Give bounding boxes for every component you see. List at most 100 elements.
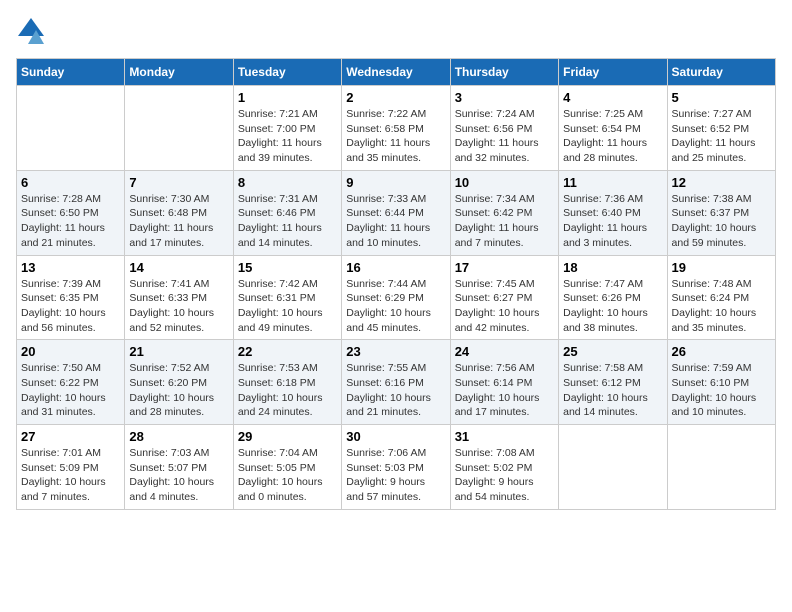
weekday-header-saturday: Saturday bbox=[667, 59, 775, 86]
calendar-cell: 18 Sunrise: 7:47 AM Sunset: 6:26 PM Dayli… bbox=[559, 255, 667, 340]
day-info: Sunrise: 7:27 AM Sunset: 6:52 PM Dayligh… bbox=[672, 107, 771, 166]
weekday-header-sunday: Sunday bbox=[17, 59, 125, 86]
weekday-header-thursday: Thursday bbox=[450, 59, 558, 86]
day-info: Sunrise: 7:48 AM Sunset: 6:24 PM Dayligh… bbox=[672, 277, 771, 336]
calendar-cell: 5 Sunrise: 7:27 AM Sunset: 6:52 PM Daylig… bbox=[667, 86, 775, 171]
calendar-cell: 15 Sunrise: 7:42 AM Sunset: 6:31 PM Dayli… bbox=[233, 255, 341, 340]
calendar-cell: 6Sunrise: 7:28 AM Sunset: 6:50 PM Daylig… bbox=[17, 170, 125, 255]
calendar-cell: 7 Sunrise: 7:30 AM Sunset: 6:48 PM Daylig… bbox=[125, 170, 233, 255]
day-info: Sunrise: 7:31 AM Sunset: 6:46 PM Dayligh… bbox=[238, 192, 337, 251]
weekday-header-friday: Friday bbox=[559, 59, 667, 86]
calendar-cell: 19 Sunrise: 7:48 AM Sunset: 6:24 PM Dayli… bbox=[667, 255, 775, 340]
calendar-cell bbox=[559, 425, 667, 510]
calendar-cell: 10 Sunrise: 7:34 AM Sunset: 6:42 PM Dayli… bbox=[450, 170, 558, 255]
calendar-cell: 24 Sunrise: 7:56 AM Sunset: 6:14 PM Dayli… bbox=[450, 340, 558, 425]
calendar-cell: 17 Sunrise: 7:45 AM Sunset: 6:27 PM Dayli… bbox=[450, 255, 558, 340]
day-number: 19 bbox=[672, 260, 771, 275]
day-number: 15 bbox=[238, 260, 337, 275]
day-number: 23 bbox=[346, 344, 445, 359]
calendar-cell: 22 Sunrise: 7:53 AM Sunset: 6:18 PM Dayli… bbox=[233, 340, 341, 425]
logo bbox=[16, 16, 50, 46]
day-info: Sunrise: 7:08 AM Sunset: 5:02 PM Dayligh… bbox=[455, 446, 554, 505]
day-info: Sunrise: 7:30 AM Sunset: 6:48 PM Dayligh… bbox=[129, 192, 228, 251]
weekday-header-wednesday: Wednesday bbox=[342, 59, 450, 86]
calendar-cell: 13 Sunrise: 7:39 AM Sunset: 6:35 PM Dayli… bbox=[17, 255, 125, 340]
weekday-header-tuesday: Tuesday bbox=[233, 59, 341, 86]
calendar-cell: 25 Sunrise: 7:58 AM Sunset: 6:12 PM Dayli… bbox=[559, 340, 667, 425]
weekday-header-row: SundayMondayTuesdayWednesdayThursdayFrid… bbox=[17, 59, 776, 86]
calendar-cell: 28 Sunrise: 7:03 AM Sunset: 5:07 PM Dayli… bbox=[125, 425, 233, 510]
day-number: 5 bbox=[672, 90, 771, 105]
day-info: Sunrise: 7:47 AM Sunset: 6:26 PM Dayligh… bbox=[563, 277, 662, 336]
week-row-3: 20Sunrise: 7:50 AM Sunset: 6:22 PM Dayli… bbox=[17, 340, 776, 425]
day-number: 17 bbox=[455, 260, 554, 275]
calendar-cell: 12 Sunrise: 7:38 AM Sunset: 6:37 PM Dayli… bbox=[667, 170, 775, 255]
day-number: 10 bbox=[455, 175, 554, 190]
day-info: Sunrise: 7:21 AM Sunset: 7:00 PM Dayligh… bbox=[238, 107, 337, 166]
calendar-cell: 23 Sunrise: 7:55 AM Sunset: 6:16 PM Dayli… bbox=[342, 340, 450, 425]
day-info: Sunrise: 7:33 AM Sunset: 6:44 PM Dayligh… bbox=[346, 192, 445, 251]
calendar-cell bbox=[667, 425, 775, 510]
day-info: Sunrise: 7:42 AM Sunset: 6:31 PM Dayligh… bbox=[238, 277, 337, 336]
calendar-cell: 26Sunrise: 7:59 AM Sunset: 6:10 PM Dayli… bbox=[667, 340, 775, 425]
day-info: Sunrise: 7:03 AM Sunset: 5:07 PM Dayligh… bbox=[129, 446, 228, 505]
logo-icon bbox=[16, 16, 46, 46]
calendar-cell: 20Sunrise: 7:50 AM Sunset: 6:22 PM Dayli… bbox=[17, 340, 125, 425]
day-number: 9 bbox=[346, 175, 445, 190]
day-info: Sunrise: 7:06 AM Sunset: 5:03 PM Dayligh… bbox=[346, 446, 445, 505]
day-number: 22 bbox=[238, 344, 337, 359]
day-number: 31 bbox=[455, 429, 554, 444]
day-info: Sunrise: 7:56 AM Sunset: 6:14 PM Dayligh… bbox=[455, 361, 554, 420]
day-number: 28 bbox=[129, 429, 228, 444]
day-info: Sunrise: 7:24 AM Sunset: 6:56 PM Dayligh… bbox=[455, 107, 554, 166]
day-number: 30 bbox=[346, 429, 445, 444]
week-row-2: 13 Sunrise: 7:39 AM Sunset: 6:35 PM Dayli… bbox=[17, 255, 776, 340]
day-info: Sunrise: 7:36 AM Sunset: 6:40 PM Dayligh… bbox=[563, 192, 662, 251]
day-info: Sunrise: 7:39 AM Sunset: 6:35 PM Dayligh… bbox=[21, 277, 120, 336]
day-info: Sunrise: 7:55 AM Sunset: 6:16 PM Dayligh… bbox=[346, 361, 445, 420]
day-info: Sunrise: 7:41 AM Sunset: 6:33 PM Dayligh… bbox=[129, 277, 228, 336]
calendar-cell: 3 Sunrise: 7:24 AM Sunset: 6:56 PM Daylig… bbox=[450, 86, 558, 171]
day-number: 18 bbox=[563, 260, 662, 275]
day-number: 1 bbox=[238, 90, 337, 105]
day-info: Sunrise: 7:58 AM Sunset: 6:12 PM Dayligh… bbox=[563, 361, 662, 420]
day-info: Sunrise: 7:52 AM Sunset: 6:20 PM Dayligh… bbox=[129, 361, 228, 420]
calendar-cell: 21 Sunrise: 7:52 AM Sunset: 6:20 PM Dayli… bbox=[125, 340, 233, 425]
week-row-0: 1 Sunrise: 7:21 AM Sunset: 7:00 PM Daylig… bbox=[17, 86, 776, 171]
day-info: Sunrise: 7:38 AM Sunset: 6:37 PM Dayligh… bbox=[672, 192, 771, 251]
day-info: Sunrise: 7:53 AM Sunset: 6:18 PM Dayligh… bbox=[238, 361, 337, 420]
calendar-cell: 29Sunrise: 7:04 AM Sunset: 5:05 PM Dayli… bbox=[233, 425, 341, 510]
calendar-cell bbox=[17, 86, 125, 171]
day-number: 8 bbox=[238, 175, 337, 190]
day-info: Sunrise: 7:34 AM Sunset: 6:42 PM Dayligh… bbox=[455, 192, 554, 251]
day-number: 16 bbox=[346, 260, 445, 275]
day-number: 3 bbox=[455, 90, 554, 105]
calendar-cell: 16Sunrise: 7:44 AM Sunset: 6:29 PM Dayli… bbox=[342, 255, 450, 340]
day-number: 11 bbox=[563, 175, 662, 190]
day-number: 2 bbox=[346, 90, 445, 105]
calendar-cell: 14 Sunrise: 7:41 AM Sunset: 6:33 PM Dayli… bbox=[125, 255, 233, 340]
day-number: 7 bbox=[129, 175, 228, 190]
day-number: 21 bbox=[129, 344, 228, 359]
calendar-cell: 31 Sunrise: 7:08 AM Sunset: 5:02 PM Dayli… bbox=[450, 425, 558, 510]
calendar-table: SundayMondayTuesdayWednesdayThursdayFrid… bbox=[16, 58, 776, 510]
day-info: Sunrise: 7:04 AM Sunset: 5:05 PM Dayligh… bbox=[238, 446, 337, 505]
day-number: 24 bbox=[455, 344, 554, 359]
day-info: Sunrise: 7:25 AM Sunset: 6:54 PM Dayligh… bbox=[563, 107, 662, 166]
calendar-cell: 1 Sunrise: 7:21 AM Sunset: 7:00 PM Daylig… bbox=[233, 86, 341, 171]
day-number: 13 bbox=[21, 260, 120, 275]
calendar-cell: 8 Sunrise: 7:31 AM Sunset: 6:46 PM Daylig… bbox=[233, 170, 341, 255]
day-info: Sunrise: 7:59 AM Sunset: 6:10 PM Dayligh… bbox=[672, 361, 771, 420]
day-number: 12 bbox=[672, 175, 771, 190]
day-info: Sunrise: 7:45 AM Sunset: 6:27 PM Dayligh… bbox=[455, 277, 554, 336]
day-number: 14 bbox=[129, 260, 228, 275]
day-number: 4 bbox=[563, 90, 662, 105]
calendar-cell: 11 Sunrise: 7:36 AM Sunset: 6:40 PM Dayli… bbox=[559, 170, 667, 255]
day-info: Sunrise: 7:22 AM Sunset: 6:58 PM Dayligh… bbox=[346, 107, 445, 166]
week-row-1: 6Sunrise: 7:28 AM Sunset: 6:50 PM Daylig… bbox=[17, 170, 776, 255]
day-info: Sunrise: 7:50 AM Sunset: 6:22 PM Dayligh… bbox=[21, 361, 120, 420]
day-number: 6 bbox=[21, 175, 120, 190]
day-number: 25 bbox=[563, 344, 662, 359]
day-number: 27 bbox=[21, 429, 120, 444]
calendar-cell bbox=[125, 86, 233, 171]
